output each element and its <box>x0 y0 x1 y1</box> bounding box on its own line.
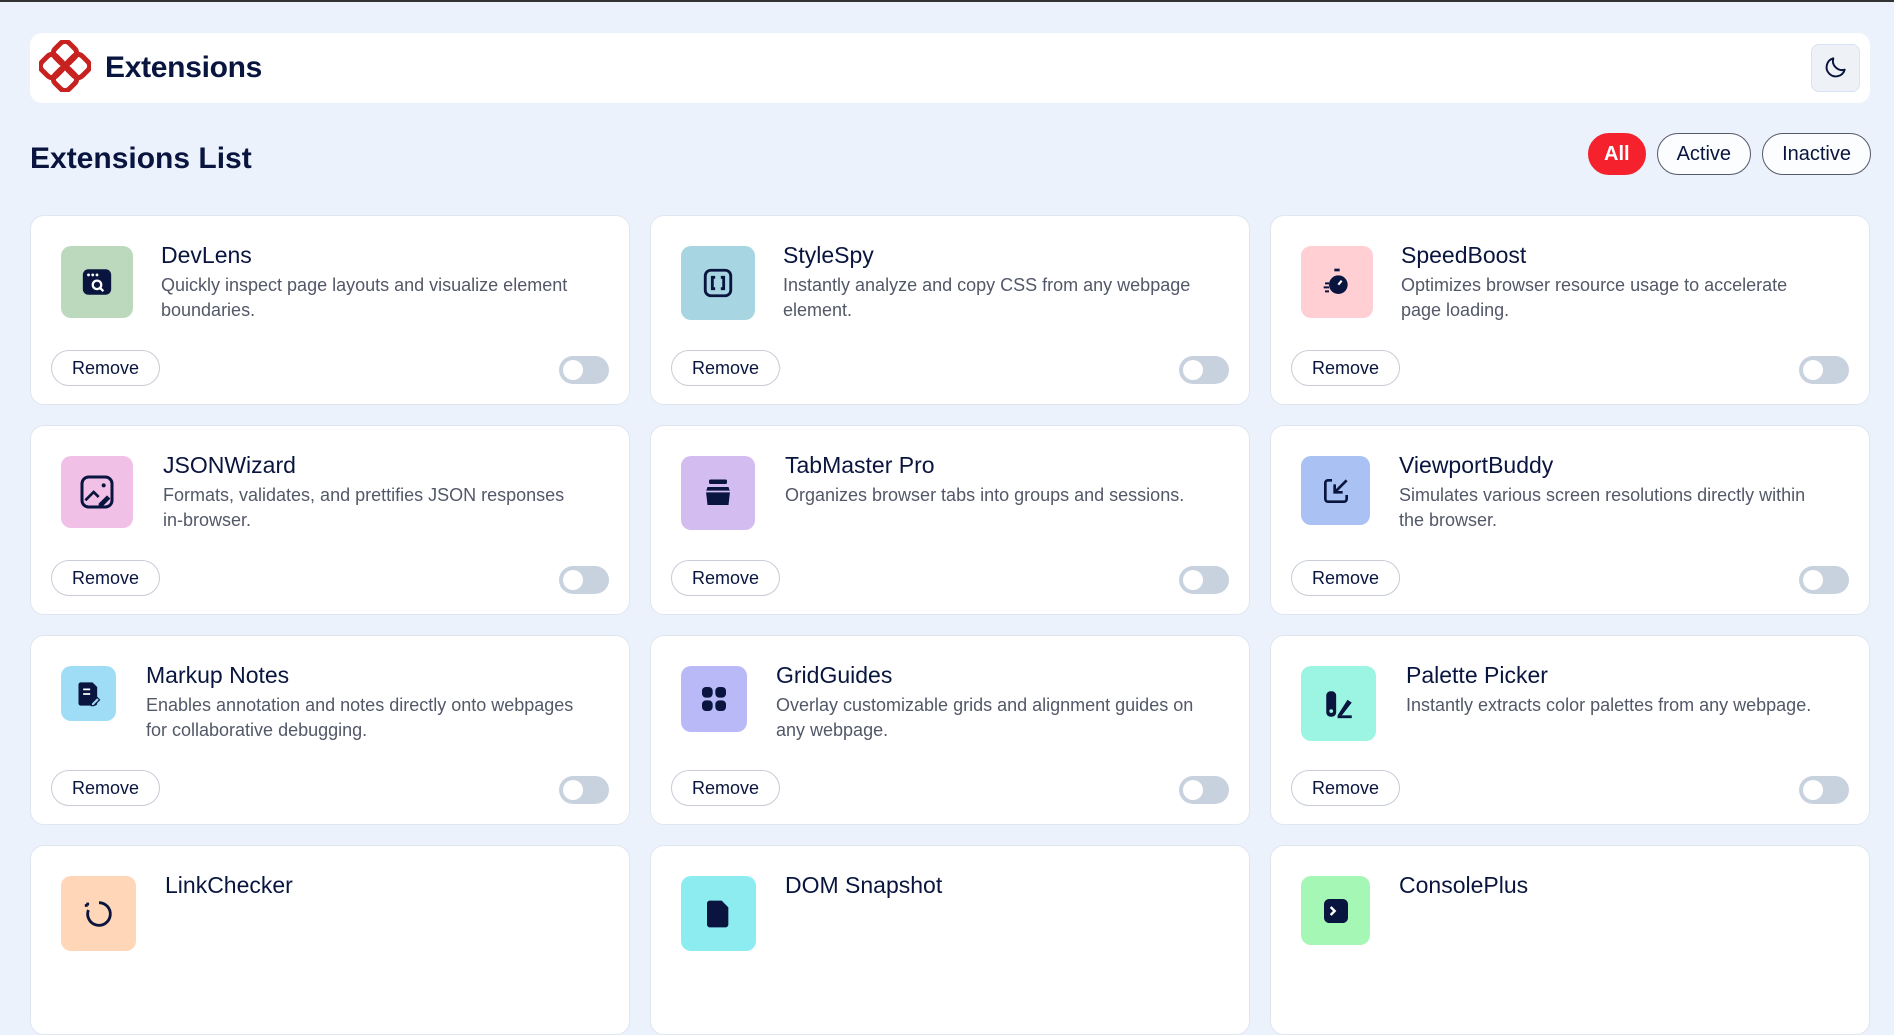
toggle-knob <box>1183 570 1203 590</box>
extension-card: ViewportBuddy Simulates various screen r… <box>1270 425 1870 615</box>
inspect-icon <box>61 246 133 318</box>
enable-toggle[interactable] <box>559 356 609 384</box>
brand: Extensions <box>37 38 263 97</box>
extension-card: JSONWizard Formats, validates, and prett… <box>30 425 630 615</box>
app-header: Extensions <box>30 33 1870 103</box>
enable-toggle[interactable] <box>1179 356 1229 384</box>
extension-name: StyleSpy <box>783 242 874 268</box>
toggle-knob <box>563 360 583 380</box>
logo-icon <box>37 38 93 97</box>
toggle-knob <box>1803 570 1823 590</box>
extension-name: LinkChecker <box>165 872 293 898</box>
toggle-knob <box>563 570 583 590</box>
css-brackets-icon <box>681 246 755 320</box>
extension-card: DOM Snapshot <box>650 845 1250 1035</box>
enable-toggle[interactable] <box>1799 356 1849 384</box>
toggle-knob <box>563 780 583 800</box>
extension-name: GridGuides <box>776 662 893 688</box>
link-check-icon <box>61 876 136 951</box>
toggle-knob <box>1803 780 1823 800</box>
toggle-knob <box>1183 360 1203 380</box>
extension-description: Optimizes browser resource usage to acce… <box>1401 275 1788 320</box>
extension-name: Markup Notes <box>146 662 290 688</box>
resize-arrow-icon <box>1301 456 1370 525</box>
extension-card: Palette Picker Instantly extracts color … <box>1270 635 1870 825</box>
extension-card: Markup Notes Enables annotation and note… <box>30 635 630 825</box>
jar-icon <box>681 456 755 530</box>
remove-button[interactable]: Remove <box>51 770 161 806</box>
remove-button[interactable]: Remove <box>671 350 781 386</box>
remove-button[interactable]: Remove <box>671 560 781 596</box>
extension-description: Quickly inspect page layouts and visuali… <box>161 275 568 320</box>
extension-card: ConsolePlus <box>1270 845 1870 1035</box>
extension-description: Enables annotation and notes directly on… <box>146 695 574 740</box>
extension-description: Instantly extracts color palettes from a… <box>1406 695 1812 715</box>
extension-card: StyleSpy Instantly analyze and copy CSS … <box>650 215 1250 405</box>
extension-card: LinkChecker <box>30 845 630 1035</box>
document-icon <box>681 876 756 951</box>
extension-description: Simulates various screen resolutions dir… <box>1399 485 1806 530</box>
enable-toggle[interactable] <box>1179 566 1229 594</box>
extension-description: Organizes browser tabs into groups and s… <box>785 485 1185 505</box>
moon-icon <box>1823 54 1849 83</box>
theme-toggle-button[interactable] <box>1811 44 1860 92</box>
window-top-border <box>0 0 1894 2</box>
extension-card: GridGuides Overlay customizable grids an… <box>650 635 1250 825</box>
enable-toggle[interactable] <box>559 566 609 594</box>
extension-name: ViewportBuddy <box>1399 452 1554 478</box>
extension-card: SpeedBoost Optimizes browser resource us… <box>1270 215 1870 405</box>
remove-button[interactable]: Remove <box>1291 350 1401 386</box>
extensions-grid: DevLens Quickly inspect page layouts and… <box>30 215 1870 1035</box>
filter-group: All Active Inactive <box>1588 133 1871 175</box>
enable-toggle[interactable] <box>1799 776 1849 804</box>
app-title: Extensions <box>105 51 263 84</box>
toggle-knob <box>1803 360 1823 380</box>
palette-icon <box>1301 666 1376 741</box>
extension-description: Instantly analyze and copy CSS from any … <box>783 275 1191 320</box>
remove-button[interactable]: Remove <box>51 560 161 596</box>
extension-name: TabMaster Pro <box>785 452 935 478</box>
stopwatch-icon <box>1301 246 1373 318</box>
extension-name: Palette Picker <box>1406 662 1548 688</box>
enable-toggle[interactable] <box>1799 566 1849 594</box>
extension-description: Overlay customizable grids and alignment… <box>776 695 1194 740</box>
extension-name: DevLens <box>161 242 252 268</box>
enable-toggle[interactable] <box>559 776 609 804</box>
extension-name: DOM Snapshot <box>785 872 943 898</box>
filter-active-button[interactable]: Active <box>1656 133 1752 175</box>
extension-description: Formats, validates, and prettifies JSON … <box>163 485 565 530</box>
remove-button[interactable]: Remove <box>1291 770 1401 806</box>
extension-card: TabMaster Pro Organizes browser tabs int… <box>650 425 1250 615</box>
extension-name: ConsolePlus <box>1399 872 1529 898</box>
enable-toggle[interactable] <box>1179 776 1229 804</box>
extension-name: JSONWizard <box>163 452 296 478</box>
toggle-knob <box>1183 780 1203 800</box>
magic-image-icon <box>61 456 133 528</box>
grid-icon <box>681 666 747 732</box>
filter-inactive-button[interactable]: Inactive <box>1762 133 1871 175</box>
note-pen-icon <box>61 666 116 721</box>
remove-button[interactable]: Remove <box>1291 560 1401 596</box>
remove-button[interactable]: Remove <box>51 350 161 386</box>
section-title: Extensions List <box>30 142 252 175</box>
extension-name: SpeedBoost <box>1401 242 1527 268</box>
remove-button[interactable]: Remove <box>671 770 781 806</box>
filter-all-button[interactable]: All <box>1588 133 1646 175</box>
extension-card: DevLens Quickly inspect page layouts and… <box>30 215 630 405</box>
terminal-icon <box>1301 876 1370 945</box>
